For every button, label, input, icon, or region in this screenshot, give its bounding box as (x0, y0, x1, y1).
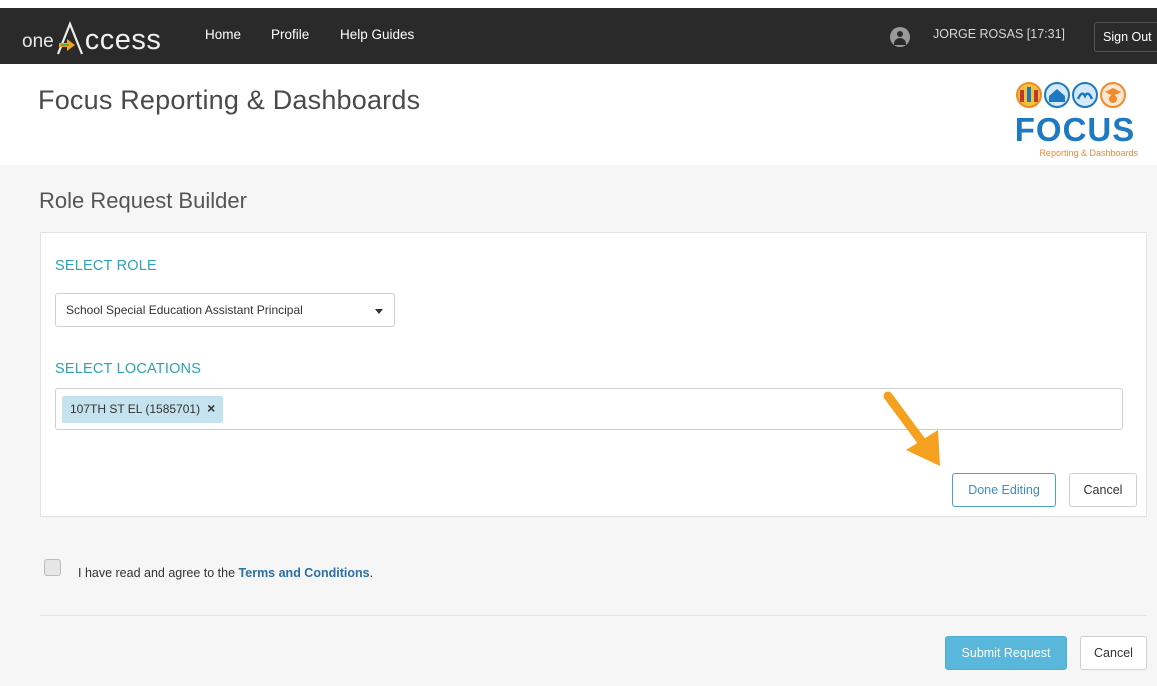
terms-link[interactable]: Terms and Conditions (239, 566, 370, 580)
focus-logo-word: FOCUS (1014, 111, 1136, 148)
select-role-label: SELECT ROLE (55, 258, 157, 274)
focus-logo-circles (1016, 82, 1126, 108)
section-title: Role Request Builder (39, 188, 247, 213)
brand-access: ccess (84, 24, 162, 56)
nav-help-guides[interactable]: Help Guides (340, 27, 414, 42)
focus-logo: FOCUS Reporting & Dashboards (1010, 82, 1140, 166)
terms-checkbox[interactable] (44, 559, 61, 576)
divider (40, 615, 1147, 616)
brand-one: one (22, 31, 54, 52)
submit-request-button[interactable]: Submit Request (945, 636, 1067, 670)
nav-profile[interactable]: Profile (271, 27, 309, 42)
caret-down-icon (375, 309, 383, 314)
top-strip (0, 0, 1157, 8)
location-tag: 107TH ST EL (1585701) × (62, 396, 224, 423)
access-a-logo-icon (56, 21, 83, 55)
top-navbar: one ccess Home Profile Help Guides JORGE… (0, 8, 1157, 64)
page-title: Focus Reporting & Dashboards (38, 85, 421, 115)
user-name: JORGE ROSAS [17:31] (933, 27, 1065, 41)
location-tag-label: 107TH ST EL (1585701) (70, 402, 201, 416)
hands-icon (1072, 82, 1098, 108)
role-select[interactable]: School Special Education Assistant Princ… (55, 293, 395, 327)
graduate-icon (1100, 82, 1126, 108)
terms-prefix: I have read and agree to the (78, 566, 239, 580)
user-icon[interactable] (890, 27, 910, 47)
locations-input[interactable]: 107TH ST EL (1585701) × (55, 388, 1123, 430)
nav-home[interactable]: Home (205, 27, 241, 42)
orange-arrow-icon (883, 391, 940, 466)
cancel-edit-button[interactable]: Cancel (1069, 473, 1137, 507)
role-select-value: School Special Education Assistant Princ… (66, 303, 303, 317)
oneaccess-logo[interactable]: one ccess (22, 17, 161, 55)
sign-out-button[interactable]: Sign Out (1094, 22, 1157, 52)
select-locations-label: SELECT LOCATIONS (55, 361, 202, 377)
school-icon (1044, 82, 1070, 108)
focus-logo-subtitle: Reporting & Dashboards (1039, 148, 1138, 158)
cancel-request-button[interactable]: Cancel (1080, 636, 1147, 670)
terms-text: I have read and agree to the Terms and C… (78, 566, 373, 580)
seal-icon (1016, 82, 1042, 108)
terms-suffix: . (369, 566, 374, 580)
remove-tag-icon[interactable]: × (207, 401, 215, 423)
done-editing-button[interactable]: Done Editing (952, 473, 1056, 507)
